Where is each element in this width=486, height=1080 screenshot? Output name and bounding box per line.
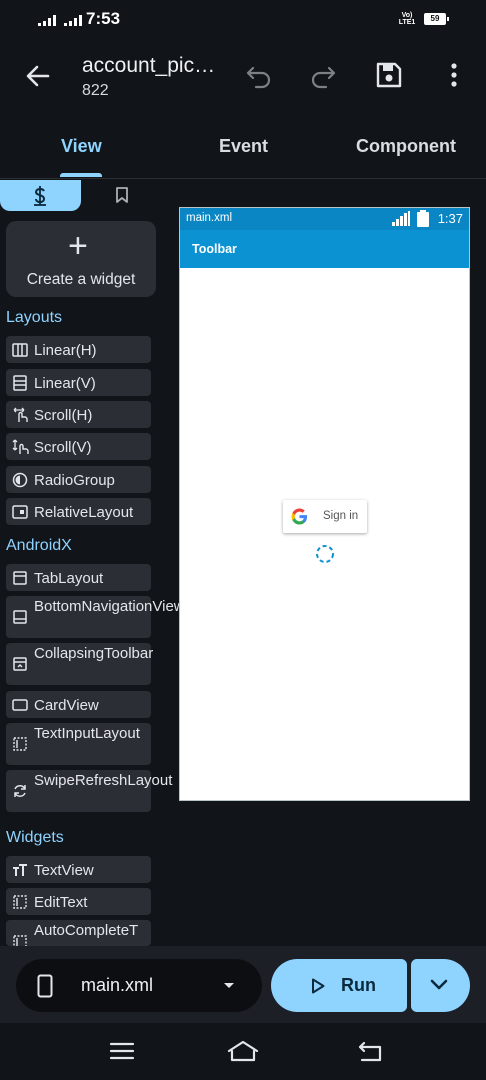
widget-scroll-h[interactable]: Scroll(H): [6, 401, 151, 428]
edit-text-icon: [13, 895, 27, 909]
volte-icon: Vo) LTE1: [398, 12, 416, 26]
undo-icon[interactable]: [244, 60, 274, 90]
text-size-icon: [13, 864, 27, 876]
status-time: 7:53: [86, 9, 121, 28]
phone-icon: [37, 974, 53, 998]
preview-toolbar[interactable]: Toolbar: [180, 230, 469, 268]
back-nav-icon[interactable]: [356, 1038, 384, 1064]
google-logo-icon: [291, 508, 308, 525]
widget-label: Linear(V): [34, 375, 96, 392]
text-input-icon: [13, 737, 27, 751]
tab-divider: [0, 178, 486, 179]
progress-spinner: [316, 545, 334, 563]
widget-relativelayout[interactable]: RelativeLayout: [6, 498, 151, 525]
bookmark-icon[interactable]: [110, 185, 134, 205]
create-widget-label: Create a widget: [26, 271, 136, 288]
widget-label: CardView: [34, 697, 99, 714]
widget-label: BottomNavigationView: [34, 598, 185, 615]
relative-layout-icon: [12, 505, 28, 519]
preview-signal-icon: [392, 211, 410, 226]
widget-textview[interactable]: TextView: [6, 856, 151, 883]
play-icon: [312, 978, 325, 994]
radio-icon: [12, 472, 28, 488]
status-bar: 7:53 Vo) LTE1 59: [0, 0, 486, 38]
swipe-horizontal-icon: [13, 407, 28, 422]
preview-time: 1:37: [437, 211, 463, 226]
layout-preview[interactable]: main.xml 1:37 Toolbar Sign in: [179, 207, 470, 801]
section-androidx: AndroidX: [6, 537, 72, 554]
chevron-down-icon: [430, 979, 448, 990]
widget-label: EditText: [34, 894, 88, 911]
google-signin-button[interactable]: Sign in: [283, 500, 367, 533]
widget-label: AutoCompleteT: [34, 922, 139, 939]
redo-icon[interactable]: [308, 60, 338, 90]
widget-label: TabLayout: [34, 570, 104, 587]
signal-icon: [64, 15, 82, 26]
section-layouts: Layouts: [6, 309, 63, 326]
widget-textinputlayout[interactable]: TextInputLayout: [6, 723, 151, 765]
create-widget-button[interactable]: + Create a widget: [6, 221, 156, 297]
battery-icon: 59: [424, 13, 449, 25]
preview-status-bar: main.xml 1:37: [180, 208, 469, 230]
widget-label: RelativeLayout: [34, 504, 134, 521]
more-options-icon[interactable]: [439, 60, 469, 90]
widget-label: TextView: [34, 862, 94, 879]
preview-toolbar-title: Toolbar: [192, 242, 237, 256]
widget-linear-v[interactable]: Linear(V): [6, 369, 151, 396]
tab-view[interactable]: View: [61, 136, 102, 157]
file-selector-dropdown[interactable]: main.xml: [16, 959, 262, 1012]
refresh-icon: [14, 785, 26, 797]
tab-component[interactable]: Component: [356, 136, 456, 157]
widget-radiogroup[interactable]: RadioGroup: [6, 466, 151, 493]
widget-label: CollapsingToolbar: [34, 645, 154, 662]
save-icon[interactable]: [374, 60, 404, 90]
recents-menu-icon[interactable]: [108, 1038, 136, 1064]
signal-icon: [38, 15, 56, 26]
widget-label: Linear(H): [34, 342, 97, 359]
plus-icon: +: [68, 227, 88, 265]
widget-swiperefreshlayout[interactable]: SwipeRefreshLayout: [6, 770, 173, 812]
autocomplete-icon: [13, 935, 27, 946]
project-name: account_pic…: [82, 54, 216, 77]
preview-file-name: main.xml: [186, 212, 233, 224]
dollar-icon: [34, 186, 46, 206]
file-selector-label: main.xml: [81, 975, 154, 995]
widget-bottomnavigationview[interactable]: BottomNavigationView: [6, 596, 185, 638]
section-widgets: Widgets: [6, 829, 64, 846]
widget-label: TextInputLayout: [34, 725, 140, 742]
run-button[interactable]: Run: [271, 959, 407, 1012]
project-id: 822: [82, 82, 109, 99]
widget-label: RadioGroup: [34, 472, 115, 489]
widget-cardview[interactable]: CardView: [6, 691, 151, 718]
palette-tab-widgets[interactable]: [0, 180, 81, 211]
rows-icon: [13, 375, 27, 391]
tab-layout-icon: [13, 571, 27, 585]
home-icon[interactable]: [227, 1038, 259, 1064]
widget-label: Scroll(V): [34, 439, 92, 456]
widget-linear-h[interactable]: Linear(H): [6, 336, 151, 363]
run-options-button[interactable]: [411, 959, 470, 1012]
columns-icon: [12, 343, 28, 357]
card-icon: [12, 699, 28, 711]
collapsing-toolbar-icon: [13, 657, 27, 671]
bottom-nav-icon: [13, 610, 27, 624]
swipe-vertical-icon: [12, 439, 29, 454]
widget-autocompletetextview[interactable]: AutoCompleteT: [6, 920, 151, 946]
tab-indicator: [60, 173, 102, 177]
widget-collapsingtoolbar[interactable]: CollapsingToolbar: [6, 643, 154, 685]
preview-battery-icon: [417, 210, 429, 227]
run-label: Run: [341, 975, 376, 995]
widget-edittext[interactable]: EditText: [6, 888, 151, 915]
tab-event[interactable]: Event: [219, 136, 268, 157]
signin-label: Sign in: [323, 510, 359, 522]
widget-label: Scroll(H): [34, 407, 93, 424]
widget-tablayout[interactable]: TabLayout: [6, 564, 151, 591]
back-arrow-icon[interactable]: [22, 60, 54, 92]
widget-scroll-v[interactable]: Scroll(V): [6, 433, 151, 460]
dropdown-arrow-icon: [224, 983, 234, 988]
widget-label: SwipeRefreshLayout: [34, 772, 173, 789]
